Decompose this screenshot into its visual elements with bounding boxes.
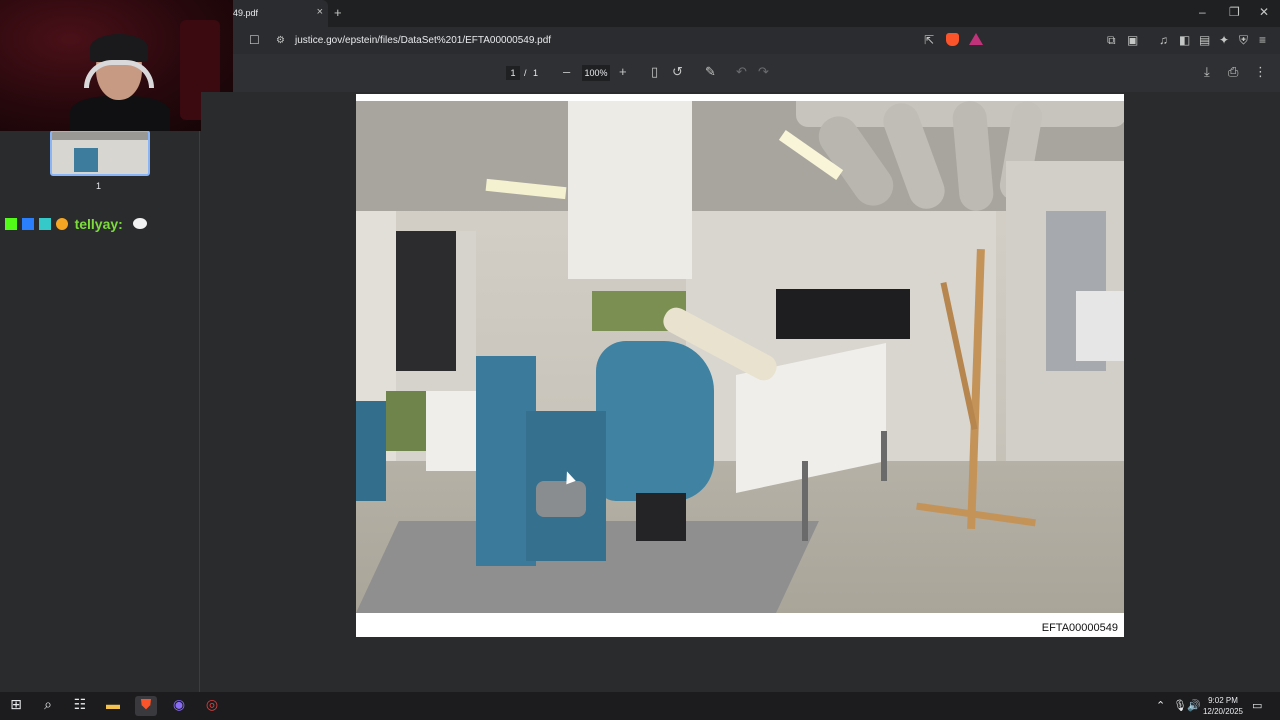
webcam-overlay bbox=[0, 0, 233, 131]
system-clock[interactable]: 9:02 PM 12/20/2025 bbox=[1198, 695, 1248, 717]
discord-icon[interactable]: ◉ bbox=[168, 696, 190, 716]
leo-ai-icon[interactable]: ✦ bbox=[1219, 33, 1229, 47]
headset-icon bbox=[84, 60, 154, 88]
webcam-detail bbox=[90, 34, 148, 62]
vpn-icon[interactable]: ⛨ bbox=[1239, 33, 1248, 48]
tab-search-icon[interactable]: ▣ bbox=[1127, 33, 1138, 47]
clock-time: 9:02 PM bbox=[1208, 696, 1238, 705]
speech-bubble-icon bbox=[132, 218, 147, 229]
restore-button[interactable]: ❐ bbox=[1229, 5, 1240, 19]
document-photo bbox=[356, 101, 1124, 613]
page-thumbnail[interactable] bbox=[50, 130, 150, 176]
sidebar-icon[interactable]: ◧ bbox=[1179, 33, 1190, 47]
rotate-icon[interactable]: ↺ bbox=[672, 64, 683, 80]
undo-icon[interactable]: ↶ bbox=[736, 64, 747, 80]
tray-overflow-icon[interactable]: ⌃ bbox=[1156, 699, 1165, 712]
site-info-icon[interactable]: ⚙ bbox=[276, 35, 285, 46]
menu-icon[interactable]: ≡ bbox=[1259, 33, 1266, 47]
print-button[interactable]: ⎙ bbox=[1228, 64, 1238, 80]
zoom-in-button[interactable]: + bbox=[619, 64, 627, 79]
file-explorer-icon[interactable]: ▬ bbox=[102, 696, 124, 716]
webcam-detail bbox=[70, 96, 170, 131]
task-view-icon[interactable]: ☷ bbox=[69, 696, 91, 716]
close-tab-icon[interactable]: × bbox=[317, 6, 323, 18]
search-icon[interactable]: ⌕ bbox=[37, 696, 59, 716]
share-icon[interactable]: ⇱ bbox=[924, 33, 934, 47]
chat-username: tellyay: bbox=[74, 216, 123, 232]
new-tab-button[interactable]: + bbox=[334, 5, 342, 20]
thumbnail-page-number: 1 bbox=[96, 181, 102, 191]
chat-badge-icon bbox=[21, 218, 34, 230]
page-total: 1 bbox=[533, 68, 539, 78]
document-id-label: EFTA00000549 bbox=[1041, 622, 1118, 634]
thumbnail-detail bbox=[74, 148, 98, 172]
url-field[interactable]: justice.gov/epstein/files/DataSet%201/EF… bbox=[295, 35, 551, 46]
brave-browser-icon[interactable]: ⛊ bbox=[135, 696, 157, 716]
media-icon[interactable]: ♫ bbox=[1159, 33, 1168, 47]
page-number-input[interactable]: 1 bbox=[506, 66, 520, 80]
chat-badge-icon bbox=[55, 218, 68, 230]
notifications-icon[interactable]: ▭ bbox=[1252, 699, 1262, 712]
chat-message: tellyay: bbox=[5, 216, 147, 232]
wallet-icon[interactable]: ▤ bbox=[1199, 33, 1210, 47]
extensions-icon[interactable]: ⧉ bbox=[1107, 33, 1116, 48]
tab-title: 49.pdf bbox=[233, 8, 259, 18]
close-window-button[interactable]: ✕ bbox=[1259, 5, 1269, 19]
chat-badge-icon bbox=[38, 218, 51, 230]
brave-rewards-icon[interactable] bbox=[969, 33, 983, 45]
download-button[interactable]: ⤓ bbox=[1204, 64, 1210, 80]
bookmark-icon[interactable]: ☐ bbox=[249, 33, 260, 47]
zoom-level-input[interactable]: 100% bbox=[582, 65, 610, 81]
start-button[interactable]: ⊞ bbox=[5, 696, 27, 716]
zoom-out-button[interactable]: – bbox=[563, 64, 570, 79]
brave-shields-icon[interactable] bbox=[946, 33, 959, 46]
microphone-icon[interactable]: 🎙 bbox=[1173, 699, 1187, 712]
tab-pdf[interactable]: 49.pdf × bbox=[222, 0, 328, 27]
chat-badge-icon bbox=[5, 218, 17, 230]
windows-taskbar: ⊞ ⌕ ☷ ▬ ⛊ ◉ ◎ ⌃ 🎙 🔊 9:02 PM 12/20/2025 ▭ bbox=[0, 692, 1280, 720]
pdf-page: EFTA00000549 bbox=[356, 94, 1124, 637]
annotate-icon[interactable]: ✎ bbox=[705, 64, 716, 80]
recording-app-icon[interactable]: ◎ bbox=[201, 696, 223, 716]
more-actions-button[interactable]: ⋮ bbox=[1254, 64, 1267, 80]
pdf-viewer[interactable]: EFTA00000549 bbox=[201, 92, 1280, 692]
fit-page-icon[interactable]: ▯ bbox=[651, 64, 658, 80]
minimize-button[interactable]: – bbox=[1199, 5, 1206, 19]
thumbnail-detail bbox=[52, 132, 148, 140]
clock-date: 12/20/2025 bbox=[1202, 707, 1244, 716]
pdf-toolbar: 1 / 1 – 100% + ▯ ↺ ✎ ↶ ↷ ⤓ ⎙ ⋮ bbox=[200, 54, 1280, 92]
page-separator: / bbox=[524, 68, 527, 78]
redo-icon[interactable]: ↷ bbox=[758, 64, 769, 80]
